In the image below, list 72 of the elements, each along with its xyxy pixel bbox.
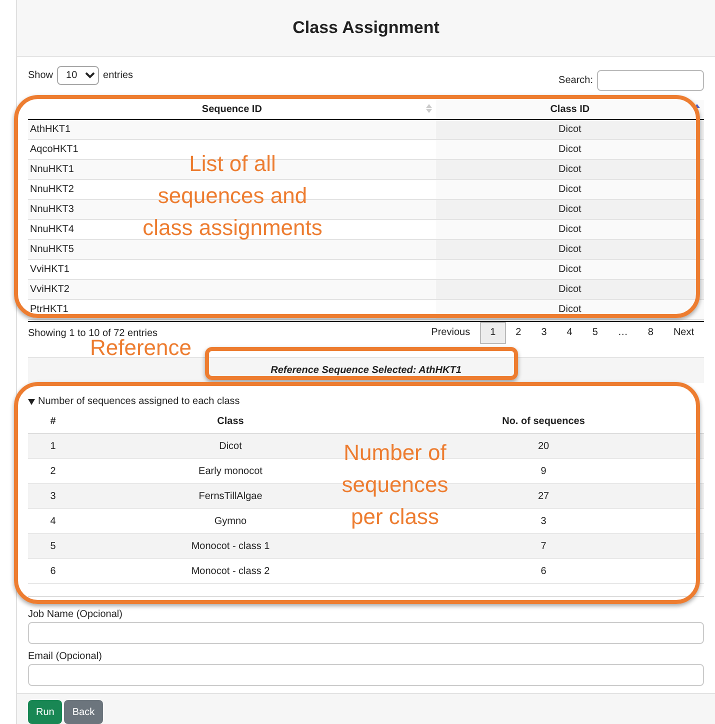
table-cell: VviHKT1 [30,264,70,274]
table-cell: Dicot [558,304,582,314]
sort-icon [426,104,432,113]
text-field[interactable] [28,622,704,644]
show-label: Show [28,69,54,83]
table-cell: AthHKT1 [30,124,71,134]
search-field[interactable] [597,70,704,91]
page-button[interactable]: 8 [638,322,664,344]
table-cell: Monocot - class 1 [191,540,270,552]
page-button[interactable]: 4 [556,322,582,344]
reference-text: Reference Sequence Selected: AthHKT1 [270,364,462,378]
table-cell: NnuHKT2 [30,184,74,194]
column-header: # [28,410,78,434]
table-cell: Dicot [558,184,582,194]
column-header: No. of sequences [383,410,704,434]
table-cell: 7 [540,540,546,552]
table-cell: 27 [538,490,550,502]
table-cell: Dicot [558,204,582,214]
table-cell: VviHKT2 [30,284,70,294]
page-button[interactable]: … [608,322,638,344]
entries-select[interactable]: 10 [57,66,100,85]
column-header[interactable]: Class ID [436,100,704,119]
table-cell: Dicot [219,440,242,452]
page-button[interactable]: 3 [531,322,557,344]
table-cell: Dicot [558,124,582,134]
table-cell: Dicot [558,284,582,294]
table-cell: 9 [540,466,546,476]
table-cell: NnuHKT1 [30,164,74,174]
column-header[interactable]: Sequence ID [28,100,436,119]
secondary-button[interactable]: Back [64,700,103,724]
table-cell: NnuHKT4 [30,224,74,234]
table-cell: Gymno [214,516,247,526]
table-cell: 3 [50,490,56,502]
table-cell: 5 [50,540,56,552]
summary-toggle[interactable]: Number of sequences assigned to each class [28,394,240,409]
table-cell: 4 [50,516,56,526]
annotation-label: Number of sequences per class [340,439,450,531]
field-label: Email (Opcional) [28,650,102,662]
table-cell: Monocot - class 2 [191,566,270,576]
table-cell: 1 [50,440,56,452]
table-cell: FernsTillAlgae [198,490,262,502]
page-button[interactable]: Previous [421,322,480,344]
table-cell: 6 [540,566,546,576]
column-header: Class [78,410,383,434]
page-button[interactable]: 5 [582,322,608,344]
search-label: Search: [558,74,593,88]
table-cell: Dicot [558,164,582,174]
table-cell: 6 [50,566,56,576]
table-cell: NnuHKT5 [30,244,74,254]
table-cell: 2 [50,466,56,476]
table-cell: PtrHKT1 [30,304,68,314]
field-label: Job Name (Opcional) [28,608,122,620]
table-cell: 3 [540,516,546,526]
table-cell: Dicot [558,264,582,274]
table-cell: AqcoHKT1 [30,144,78,154]
table-cell: Dicot [558,244,582,254]
table-cell: 20 [538,440,550,452]
page-title: Class Assignment [292,17,440,40]
annotation-label: List of all sequences and class assignments [142,150,324,242]
table-cell: Early monocot [198,466,262,476]
page-button[interactable]: 2 [506,322,532,344]
page-button[interactable]: 1 [480,322,506,344]
text-field[interactable] [28,664,704,686]
primary-button[interactable]: Run [28,700,62,724]
page-button[interactable]: Next [663,322,704,344]
table-cell: Dicot [558,144,582,154]
table-cell: Dicot [558,224,582,234]
triangle-icon [28,398,35,405]
entries-info: Showing 1 to 10 of 72 entries [28,326,158,339]
table-cell: NnuHKT3 [30,204,74,214]
annotation-label: Reference [90,337,192,359]
entries-label: entries [103,69,134,83]
